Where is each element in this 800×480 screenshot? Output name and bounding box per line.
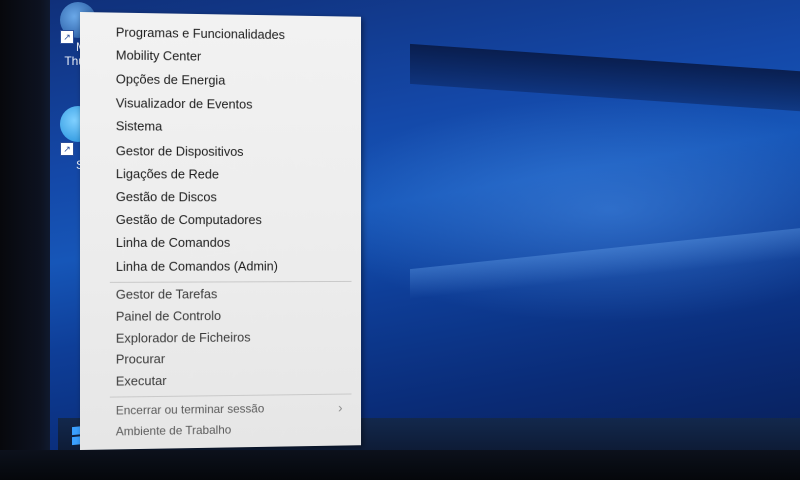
menu-item-run[interactable]: Executar (116, 371, 167, 391)
menu-item-command-prompt[interactable]: Linha de Comandos (116, 233, 230, 253)
menu-item-control-panel[interactable]: Painel de Controlo (116, 306, 221, 327)
menu-item-programs-features[interactable]: Programas e Funcionalidades (116, 23, 285, 45)
chevron-right-icon: › (338, 400, 351, 414)
shortcut-arrow-icon: ↗ (60, 142, 74, 156)
screen: ↗ M Thun ↗ Sk Programas e Funcionalidade… (0, 0, 800, 480)
wallpaper-light (410, 221, 800, 299)
menu-item-desktop[interactable]: Ambiente de Trabalho (116, 420, 231, 442)
power-user-menu: Programas e Funcionalidades Mobility Cen… (80, 12, 361, 450)
menu-item-computer-management[interactable]: Gestão de Computadores (116, 210, 262, 230)
menu-item-file-explorer[interactable]: Explorador de Ficheiros (116, 328, 251, 349)
menu-item-mobility-center[interactable]: Mobility Center (116, 46, 201, 67)
menu-separator (110, 393, 352, 397)
monitor-bezel-bottom (0, 450, 800, 480)
menu-item-command-prompt-admin[interactable]: Linha de Comandos (Admin) (116, 257, 278, 277)
shortcut-arrow-icon: ↗ (60, 30, 74, 44)
menu-item-search[interactable]: Procurar (116, 349, 165, 369)
menu-item-shutdown-signout[interactable]: Encerrar ou terminar sessão (116, 399, 264, 421)
menu-item-system[interactable]: Sistema (116, 116, 162, 136)
menu-item-event-viewer[interactable]: Visualizador de Eventos (116, 93, 253, 114)
menu-item-power-options[interactable]: Opções de Energia (116, 69, 225, 90)
menu-item-task-manager[interactable]: Gestor de Tarefas (116, 284, 217, 304)
wallpaper-beam (410, 44, 800, 116)
menu-separator (110, 281, 352, 283)
menu-item-disk-management[interactable]: Gestão de Discos (116, 187, 217, 207)
menu-item-device-manager[interactable]: Gestor de Dispositivos (116, 141, 244, 162)
menu-item-network-connections[interactable]: Ligações de Rede (116, 164, 219, 184)
